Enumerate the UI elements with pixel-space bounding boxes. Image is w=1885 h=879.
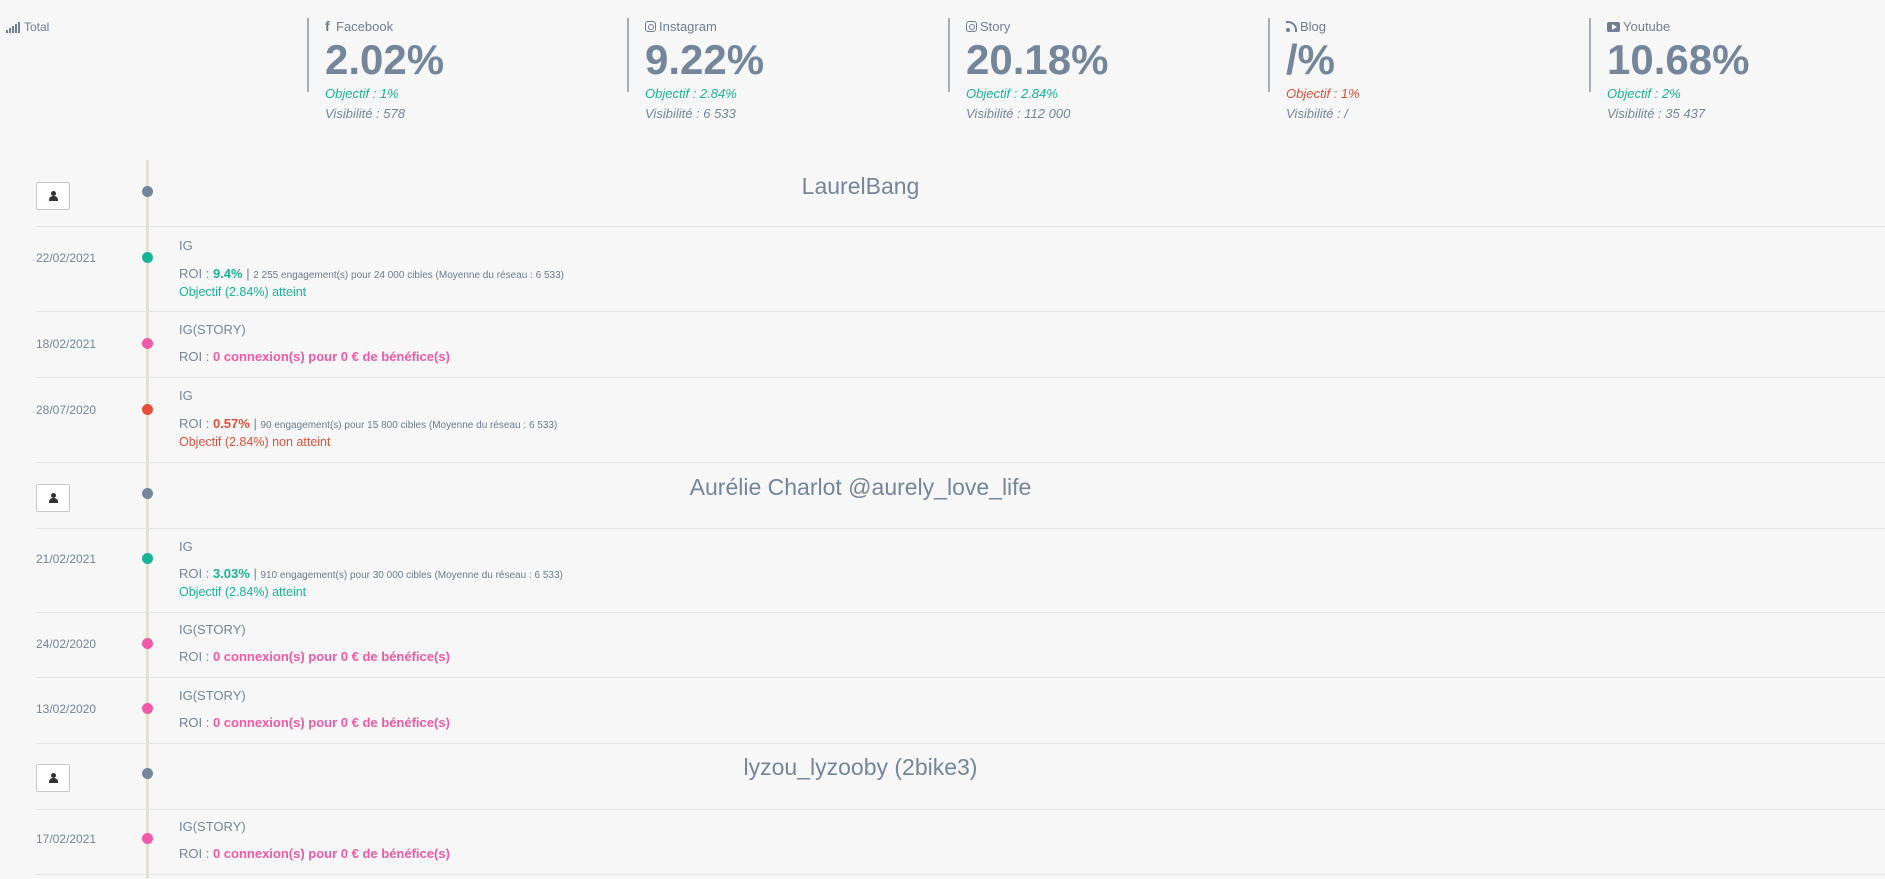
event-objective: Objectif (2.84%) atteint xyxy=(179,585,307,599)
timeline-dot xyxy=(142,252,153,263)
stat-visibility: Visibilité : 35 437 xyxy=(1607,106,1706,121)
timeline-event: 17/02/2021 IG(STORY) ROI : 0 connexion(s… xyxy=(36,810,1885,875)
roi-value: 0.57% xyxy=(212,416,250,431)
influencer-header: Aurélie Charlot @aurely_love_life xyxy=(36,463,1885,529)
event-date: 17/02/2021 xyxy=(36,832,97,846)
event-type: IG(STORY) xyxy=(179,622,246,637)
stat-objective: Objectif : 1% xyxy=(325,86,399,101)
stat-network-label: Youtube xyxy=(1623,19,1671,34)
event-roi: ROI : 0 connexion(s) pour 0 € de bénéfic… xyxy=(179,715,450,730)
timeline-event: 21/02/2021 IG ROI : 3.03% | 910 engageme… xyxy=(36,529,1885,613)
roi-detail: 910 engagement(s) pour 30 000 cibles (Mo… xyxy=(260,570,563,581)
timeline-dot xyxy=(142,833,153,844)
roi-detail: 2 255 engagement(s) pour 24 000 cibles (… xyxy=(253,270,564,281)
roi-value: 0 connexion(s) pour 0 € de bénéfice(s) xyxy=(212,649,450,664)
stat-instagram: Instagram 9.22% Objectif : 2.84% Visibil… xyxy=(627,18,765,121)
roi-value: 0 connexion(s) pour 0 € de bénéfice(s) xyxy=(212,349,450,364)
roi-label: ROI : xyxy=(179,349,213,364)
timeline-dot xyxy=(142,703,153,714)
timeline-event: 28/07/2020 IG ROI : 0.57% | 90 engagemen… xyxy=(36,378,1885,463)
stats-header: Total Facebook 2.02% Objectif : 1% Visib… xyxy=(0,0,1885,160)
stat-network-label: Blog xyxy=(1300,19,1327,34)
stat-network-label: Instagram xyxy=(659,19,717,34)
timeline-dot xyxy=(142,638,153,649)
stat-visibility: Visibilité : / xyxy=(1286,106,1348,121)
event-type: IG(STORY) xyxy=(179,688,246,703)
stat-objective: Objectif : 2.84% xyxy=(645,86,737,101)
roi-label: ROI : xyxy=(179,715,213,730)
stat-youtube: Youtube 10.68% Objectif : 2% Visibilité … xyxy=(1589,18,1750,121)
event-type: IG xyxy=(179,388,193,403)
roi-value: 9.4% xyxy=(212,266,243,281)
stat-network-label: Facebook xyxy=(336,19,394,34)
total-tab[interactable]: Total xyxy=(6,20,49,34)
instagram-icon xyxy=(645,21,656,32)
youtube-icon xyxy=(1607,21,1620,32)
total-label: Total xyxy=(24,20,50,34)
stat-visibility: Visibilité : 578 xyxy=(325,106,405,121)
roi-label: ROI : xyxy=(179,846,213,861)
event-roi: ROI : 0 connexion(s) pour 0 € de bénéfic… xyxy=(179,349,450,364)
stat-value: 10.68% xyxy=(1607,36,1750,83)
stat-objective: Objectif : 2% xyxy=(1607,86,1681,101)
stat-visibility: Visibilité : 112 000 xyxy=(966,106,1071,121)
stat-value: 9.22% xyxy=(645,36,765,83)
stat-visibility: Visibilité : 6 533 xyxy=(645,106,736,121)
campaign-timeline: LaurelBang 22/02/2021 IG ROI : 9.4% | 2 … xyxy=(0,160,1885,879)
stat-value: 2.02% xyxy=(325,36,445,83)
influencer-name[interactable]: Aurélie Charlot @aurely_love_life xyxy=(36,474,1685,501)
event-roi: ROI : 3.03% | 910 engagement(s) pour 30 … xyxy=(179,566,563,581)
roi-label: ROI : xyxy=(179,566,213,581)
stat-story: Story 20.18% Objectif : 2.84% Visibilité… xyxy=(948,18,1109,121)
event-roi: ROI : 0.57% | 90 engagement(s) pour 15 8… xyxy=(179,416,557,431)
event-roi: ROI : 9.4% | 2 255 engagement(s) pour 24… xyxy=(179,266,564,281)
timeline-event: 18/02/2021 IG(STORY) ROI : 0 connexion(s… xyxy=(36,312,1885,378)
stat-network-label: Story xyxy=(980,19,1011,34)
roi-separator: | xyxy=(242,266,254,281)
event-type: IG xyxy=(179,238,193,253)
roi-label: ROI : xyxy=(179,649,213,664)
influencer-name[interactable]: LaurelBang xyxy=(36,173,1685,200)
stat-value: /% xyxy=(1286,36,1336,83)
instagram-icon xyxy=(966,21,977,32)
event-date: 28/07/2020 xyxy=(36,403,97,417)
roi-label: ROI : xyxy=(179,266,213,281)
event-objective: Objectif (2.84%) non atteint xyxy=(179,435,331,449)
roi-separator: | xyxy=(249,416,261,431)
timeline-dot xyxy=(142,404,153,415)
event-date: 22/02/2021 xyxy=(36,251,97,265)
rss-icon xyxy=(1286,21,1297,32)
event-type: IG(STORY) xyxy=(179,322,246,337)
roi-value: 0 connexion(s) pour 0 € de bénéfice(s) xyxy=(212,846,450,861)
signal-bars-icon xyxy=(6,21,20,33)
event-type: IG(STORY) xyxy=(179,819,246,834)
influencer-name[interactable]: lyzou_lyzooby (2bike3) xyxy=(36,754,1685,781)
stat-blog: Blog /% Objectif : 1% Visibilité : / xyxy=(1268,18,1360,121)
timeline-event: 13/02/2020 IG(STORY) ROI : 0 connexion(s… xyxy=(36,678,1885,744)
roi-value: 3.03% xyxy=(212,566,250,581)
event-objective: Objectif (2.84%) atteint xyxy=(179,285,307,299)
influencer-header: lyzou_lyzooby (2bike3) xyxy=(36,744,1885,810)
timeline-dot xyxy=(142,553,153,564)
stat-facebook: Facebook 2.02% Objectif : 1% Visibilité … xyxy=(307,18,445,121)
stat-objective: Objectif : 2.84% xyxy=(966,86,1058,101)
roi-label: ROI : xyxy=(179,416,213,431)
event-roi: ROI : 0 connexion(s) pour 0 € de bénéfic… xyxy=(179,649,450,664)
roi-separator: | xyxy=(249,566,261,581)
timeline-event: 24/02/2020 IG(STORY) ROI : 0 connexion(s… xyxy=(36,613,1885,678)
stat-objective: Objectif : 1% xyxy=(1286,86,1360,101)
timeline-dot xyxy=(142,338,153,349)
event-date: 13/02/2020 xyxy=(36,702,97,716)
facebook-icon xyxy=(325,18,333,34)
event-type: IG xyxy=(179,539,193,554)
stat-value: 20.18% xyxy=(966,36,1109,83)
event-date: 21/02/2021 xyxy=(36,552,97,566)
roi-detail: 90 engagement(s) pour 15 800 cibles (Moy… xyxy=(260,420,558,431)
event-roi: ROI : 0 connexion(s) pour 0 € de bénéfic… xyxy=(179,846,450,861)
influencer-header: LaurelBang xyxy=(36,160,1885,227)
roi-value: 0 connexion(s) pour 0 € de bénéfice(s) xyxy=(212,715,450,730)
event-date: 24/02/2020 xyxy=(36,637,97,651)
event-date: 18/02/2021 xyxy=(36,337,97,351)
timeline-event: 22/02/2021 IG ROI : 9.4% | 2 255 engagem… xyxy=(36,227,1885,312)
